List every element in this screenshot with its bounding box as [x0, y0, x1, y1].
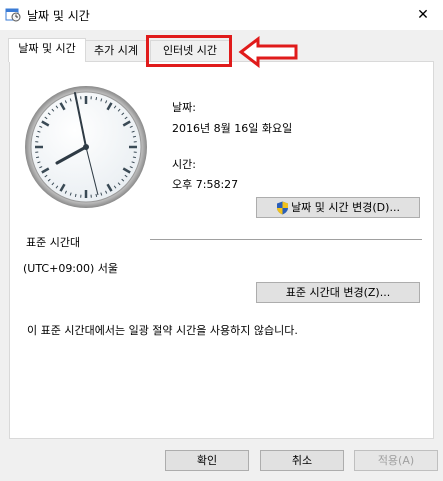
arrow-left-icon [238, 36, 298, 68]
clock-minute-tick [74, 193, 77, 197]
cancel-button[interactable]: 취소 [260, 450, 344, 471]
change-date-time-button[interactable]: 날짜 및 시간 변경(D)... [256, 197, 420, 218]
tab-date-time[interactable]: 날짜 및 시간 [8, 38, 86, 62]
dst-note: 이 표준 시간대에서는 일광 절약 시간을 사용하지 않습니다. [27, 324, 298, 337]
analog-clock-icon [25, 86, 147, 208]
change-date-time-label: 날짜 및 시간 변경(D)... [291, 201, 400, 214]
date-label: 날짜: [172, 101, 196, 114]
window-title: 날짜 및 시간 [27, 9, 90, 23]
divider [150, 239, 422, 240]
clock-minute-tick [95, 97, 98, 101]
clock-minute-tick [36, 156, 40, 159]
date-value: 2016년 8월 16일 화요일 [172, 122, 293, 135]
clock-minute-tick [132, 135, 136, 138]
clock-minute-tick [95, 193, 98, 197]
calendar-clock-icon [5, 8, 21, 22]
close-button[interactable]: ✕ [403, 0, 443, 30]
ok-button[interactable]: 확인 [165, 450, 249, 471]
title-bar: 날짜 및 시간 ✕ [0, 0, 443, 30]
annotation-highlight-box [146, 35, 232, 67]
apply-button[interactable]: 적용(A) [354, 450, 438, 471]
clock-minute-tick [36, 135, 40, 138]
time-value: 오후 7:58:27 [172, 178, 239, 191]
tab-additional-clocks[interactable]: 추가 시계 [84, 40, 148, 61]
change-timezone-button[interactable]: 표준 시간대 변경(Z)... [256, 282, 420, 303]
timezone-value: (UTC+09:00) 서울 [23, 262, 119, 275]
uac-shield-icon [277, 201, 289, 215]
time-label: 시간: [172, 158, 196, 171]
timezone-heading: 표준 시간대 [26, 236, 81, 249]
clock-minute-tick [132, 156, 136, 159]
